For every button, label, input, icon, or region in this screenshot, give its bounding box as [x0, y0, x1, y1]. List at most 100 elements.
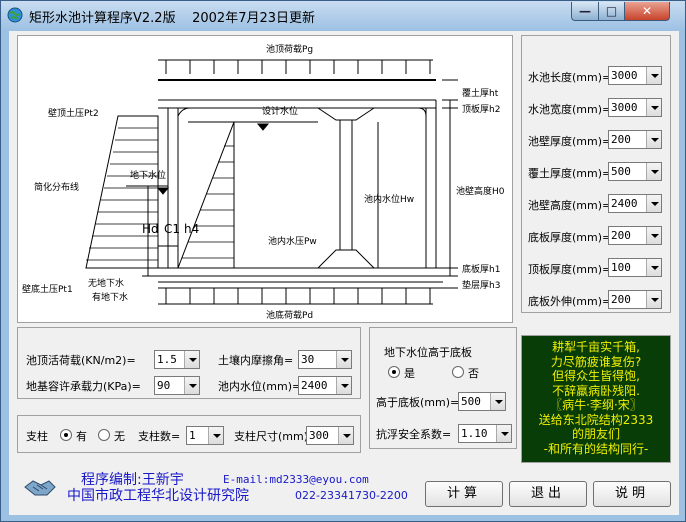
label-pd: 池底荷载Pd: [266, 311, 314, 321]
safety-factor-combo[interactable]: 1.10: [458, 424, 512, 443]
phone-text: 022-23341730-2200: [295, 489, 408, 502]
chevron-down-icon[interactable]: [338, 427, 353, 444]
label-ht: 覆土厚ht: [462, 89, 499, 99]
label-h4: h4: [184, 222, 200, 236]
tank-width-combo[interactable]: 3000: [608, 98, 662, 117]
chevron-down-icon[interactable]: [208, 427, 223, 444]
param-label: 覆土厚度(mm)=: [528, 167, 612, 180]
globe-icon: [7, 7, 23, 23]
param-label: 池壁高度(mm)=: [528, 199, 612, 212]
label-gw: 地下水位: [130, 171, 167, 181]
top-load-combo[interactable]: 1.5: [154, 350, 200, 369]
close-button[interactable]: ✕: [624, 2, 670, 21]
param-label: 池壁厚度(mm)=: [528, 135, 612, 148]
label-nogw: 无地下水: [88, 279, 125, 289]
label-h2: 顶板厚h2: [462, 105, 501, 115]
above-slab-label: 高于底板(mm)=: [376, 396, 460, 409]
param-row: 底板外伸(mm)= 200: [528, 290, 668, 310]
soil-cover-combo[interactable]: 500: [608, 162, 662, 181]
water-level-combo[interactable]: 2400: [298, 376, 352, 395]
tank-section-drawing: 池顶荷载Pg 壁顶土压Pt2 设计水位 覆土厚ht 顶板厚h2 简化分布线 地下…: [17, 35, 513, 323]
calculate-button[interactable]: 计算: [425, 481, 503, 507]
label-pt2: 壁顶土压Pt2: [48, 109, 99, 119]
column-yes-label: 有: [76, 430, 87, 443]
chevron-down-icon[interactable]: [184, 377, 199, 394]
geometry-params-panel: 水池长度(mm)= 3000 水池宽度(mm)= 3000 池壁厚度(mm)= …: [521, 35, 671, 313]
chevron-down-icon[interactable]: [646, 163, 661, 180]
param-row: 池壁高度(mm)= 2400: [528, 194, 668, 214]
column-size-combo[interactable]: 300: [306, 426, 354, 445]
maximize-button[interactable]: □: [598, 2, 625, 21]
label-pt1: 壁底土压Pt1: [22, 285, 73, 295]
wall-height-combo[interactable]: 2400: [608, 194, 662, 213]
chevron-down-icon[interactable]: [184, 351, 199, 368]
poem-panel: 耕犁千亩实千箱, 力尽筋疲谁复伤? 但得众生皆得饱, 不辞羸病卧残阳. 〖病牛·…: [521, 335, 671, 463]
chevron-down-icon[interactable]: [646, 131, 661, 148]
chevron-down-icon[interactable]: [646, 227, 661, 244]
poem-line: 〖病牛·李纲·宋〗: [550, 398, 642, 412]
column-count-combo[interactable]: 1: [186, 426, 224, 445]
help-button[interactable]: 说明: [593, 481, 671, 507]
column-group: 支柱 有 无 支柱数= 1 支柱尺寸(mm) 300: [17, 415, 361, 453]
param-row: 顶板厚度(mm)= 100: [528, 258, 668, 278]
param-row: 池壁厚度(mm)= 200: [528, 130, 668, 150]
groundwater-title: 地下水位高于底板: [384, 346, 472, 359]
window-title: 矩形水池计算程序V2.2版 2002年7月23日更新: [29, 11, 316, 26]
label-c1: C1: [164, 222, 181, 236]
column-count-label: 支柱数=: [138, 430, 181, 443]
minimize-button[interactable]: —: [571, 2, 599, 21]
param-row: 水池宽度(mm)= 3000: [528, 98, 668, 118]
chevron-down-icon[interactable]: [646, 259, 661, 276]
groundwater-no-radio[interactable]: [452, 366, 464, 378]
groundwater-yes-radio[interactable]: [388, 366, 400, 378]
bottom-slab-combo[interactable]: 200: [608, 226, 662, 245]
friction-label: 土壤内摩擦角=: [218, 354, 294, 367]
label-design-water: 设计水位: [262, 107, 299, 117]
water-level-label: 池内水位(mm)=: [218, 380, 302, 393]
bearing-combo[interactable]: 90: [154, 376, 200, 395]
param-row: 水池长度(mm)= 3000: [528, 66, 668, 86]
label-hw: 池内水位Hw: [364, 195, 415, 205]
chevron-down-icon[interactable]: [496, 425, 511, 442]
label-hd: Hd: [142, 222, 159, 236]
column-yes-radio[interactable]: [60, 429, 72, 441]
label-pw: 池内水压Pw: [268, 237, 317, 247]
top-slab-combo[interactable]: 100: [608, 258, 662, 277]
label-h1: 底板厚h1: [462, 265, 501, 275]
chevron-down-icon[interactable]: [646, 67, 661, 84]
chevron-down-icon[interactable]: [646, 291, 661, 308]
column-no-radio[interactable]: [98, 429, 110, 441]
param-label: 顶板厚度(mm)=: [528, 263, 612, 276]
chevron-down-icon[interactable]: [336, 351, 351, 368]
param-label: 水池宽度(mm)=: [528, 103, 612, 116]
slab-overhang-combo[interactable]: 200: [608, 290, 662, 309]
groundwater-group: 地下水位高于底板 是 否 高于底板(mm)= 500 抗浮安全系数= 1.10: [369, 327, 517, 449]
poem-line: -和所有的结构同行-: [543, 441, 649, 456]
friction-combo[interactable]: 30: [298, 350, 352, 369]
above-slab-combo[interactable]: 500: [458, 392, 506, 411]
param-label: 底板厚度(mm)=: [528, 231, 612, 244]
chevron-down-icon[interactable]: [646, 195, 661, 212]
column-no-label: 无: [114, 430, 125, 443]
wall-thickness-combo[interactable]: 200: [608, 130, 662, 149]
param-label: 水池长度(mm)=: [528, 71, 612, 84]
label-dist: 简化分布线: [34, 183, 80, 193]
top-load-label: 池顶活荷载(KN/m2)=: [26, 354, 136, 367]
app-window: 矩形水池计算程序V2.2版 2002年7月23日更新 — □ ✕ 池顶荷载Pg …: [0, 0, 686, 522]
client-area: 池顶荷载Pg 壁顶土压Pt2 设计水位 覆土厚ht 顶板厚h2 简化分布线 地下…: [9, 31, 679, 515]
param-row: 底板厚度(mm)= 200: [528, 226, 668, 246]
chevron-down-icon[interactable]: [646, 99, 661, 116]
safety-factor-label: 抗浮安全系数=: [376, 428, 452, 441]
exit-button[interactable]: 退出: [509, 481, 587, 507]
column-size-label: 支柱尺寸(mm): [234, 430, 309, 443]
label-hasgw: 有地下水: [92, 293, 129, 303]
groundwater-yes-label: 是: [404, 367, 415, 380]
chevron-down-icon[interactable]: [336, 377, 351, 394]
poem-line: 不辞羸病卧残阳.: [552, 383, 640, 398]
label-h3: 垫层厚h3: [462, 281, 501, 291]
tank-length-combo[interactable]: 3000: [608, 66, 662, 85]
loads-group: 池顶活荷载(KN/m2)= 1.5 土壤内摩擦角= 30 地基容许承载力(KPa…: [17, 327, 361, 399]
label-h0: 池壁高度H0: [456, 187, 505, 197]
poem-line: 送给东北院结构2333: [538, 412, 654, 427]
chevron-down-icon[interactable]: [490, 393, 505, 410]
